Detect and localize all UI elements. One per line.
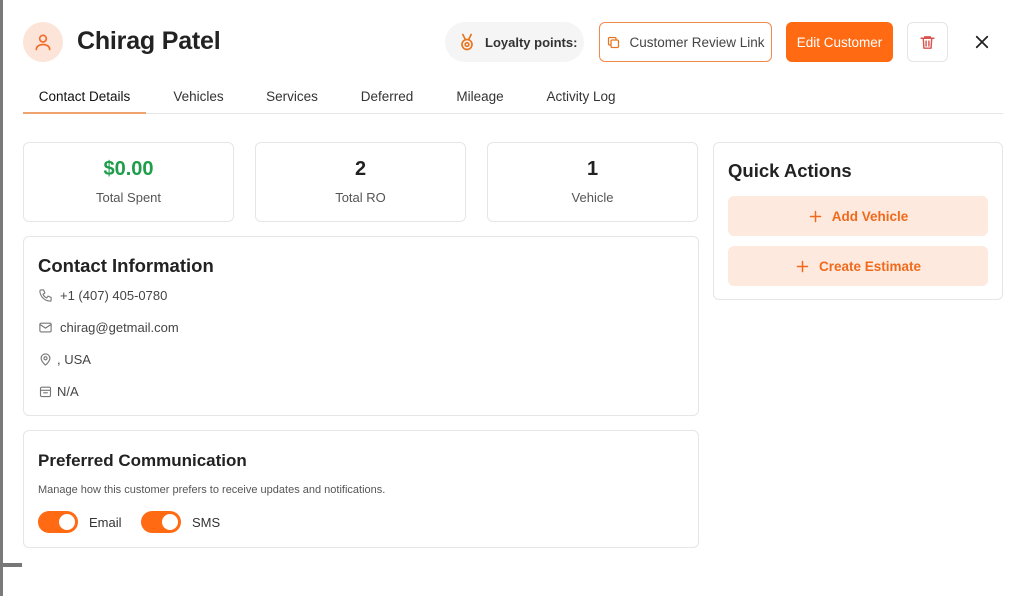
contact-email[interactable]: chirag@getmail.com: [60, 320, 179, 335]
tab-services[interactable]: Services: [253, 78, 331, 114]
loyalty-points-badge[interactable]: Loyalty points:: [445, 22, 584, 62]
mail-icon: [39, 322, 52, 333]
add-vehicle-label: Add Vehicle: [831, 208, 909, 224]
email-toggle[interactable]: [38, 511, 78, 533]
sms-toggle-group: SMS: [141, 511, 220, 533]
tab-activity-log[interactable]: Activity Log: [535, 78, 627, 114]
stat-card-vehicle: 1 Vehicle: [487, 142, 698, 222]
edit-customer-button[interactable]: Edit Customer: [786, 22, 893, 62]
window-edge-handle: [0, 563, 22, 567]
total-spent-value: $0.00: [103, 158, 154, 180]
contact-address-row: , USA: [38, 352, 91, 367]
sms-toggle[interactable]: [141, 511, 181, 533]
contact-other-row: N/A: [38, 384, 79, 399]
plus-icon: [796, 260, 809, 272]
preferred-communication-title: Preferred Communication: [38, 451, 247, 470]
vehicle-count-label: Vehicle: [571, 190, 614, 205]
stat-card-total-ro: 2 Total RO: [255, 142, 466, 222]
window-edge: [0, 0, 3, 596]
toggle-knob: [162, 514, 178, 530]
toggle-knob: [59, 514, 75, 530]
close-icon: [975, 35, 989, 49]
tab-bar: Contact Details Vehicles Services Deferr…: [23, 78, 1003, 114]
delete-customer-button[interactable]: [907, 22, 948, 62]
create-estimate-button[interactable]: Create Estimate: [728, 246, 988, 286]
stat-card-total-spent: $0.00 Total Spent: [23, 142, 234, 222]
contact-phone[interactable]: +1 (407) 405-0780: [60, 288, 167, 303]
loyalty-points-label: Loyalty points:: [485, 34, 578, 50]
copy-link-icon: [608, 36, 620, 48]
avatar: [23, 22, 63, 62]
total-ro-label: Total RO: [335, 190, 386, 205]
email-toggle-group: Email: [38, 511, 122, 533]
contact-information-card: Contact Information +1 (407) 405-0780 ch…: [23, 236, 699, 416]
customer-name: Chirag Patel: [77, 27, 221, 55]
vehicle-count-value: 1: [586, 158, 599, 180]
create-estimate-label: Create Estimate: [818, 258, 922, 274]
customer-review-link-label: Customer Review Link: [629, 34, 765, 50]
tab-vehicles[interactable]: Vehicles: [161, 78, 236, 114]
contact-other: N/A: [57, 384, 79, 399]
active-tab-indicator: [23, 112, 146, 114]
contact-address: , USA: [57, 352, 91, 367]
user-icon: [35, 34, 51, 51]
close-button[interactable]: [970, 30, 994, 54]
tab-deferred[interactable]: Deferred: [347, 78, 427, 114]
total-spent-label: Total Spent: [95, 190, 162, 205]
location-icon: [40, 353, 51, 366]
phone-icon: [39, 289, 52, 302]
medal-icon: [461, 33, 473, 51]
contact-information-title: Contact Information: [38, 255, 214, 276]
preferred-communication-description: Manage how this customer prefers to rece…: [38, 484, 386, 496]
contact-email-row: chirag@getmail.com: [38, 320, 179, 335]
quick-actions-card: Quick Actions Add Vehicle Create Estimat…: [713, 142, 1003, 300]
email-toggle-label: Email: [89, 514, 122, 530]
total-ro-value: 2: [354, 158, 367, 180]
trash-icon: [920, 35, 935, 49]
plus-icon: [809, 210, 821, 222]
contact-phone-row: +1 (407) 405-0780: [38, 288, 167, 303]
quick-actions-title: Quick Actions: [728, 160, 852, 181]
add-vehicle-button[interactable]: Add Vehicle: [728, 196, 988, 236]
tab-contact-details[interactable]: Contact Details: [23, 78, 146, 114]
customer-review-link-button[interactable]: Customer Review Link: [599, 22, 772, 62]
preferred-communication-card: Preferred Communication Manage how this …: [23, 430, 699, 548]
calendar-icon: [39, 386, 52, 398]
tab-mileage[interactable]: Mileage: [443, 78, 517, 114]
sms-toggle-label: SMS: [192, 514, 221, 530]
